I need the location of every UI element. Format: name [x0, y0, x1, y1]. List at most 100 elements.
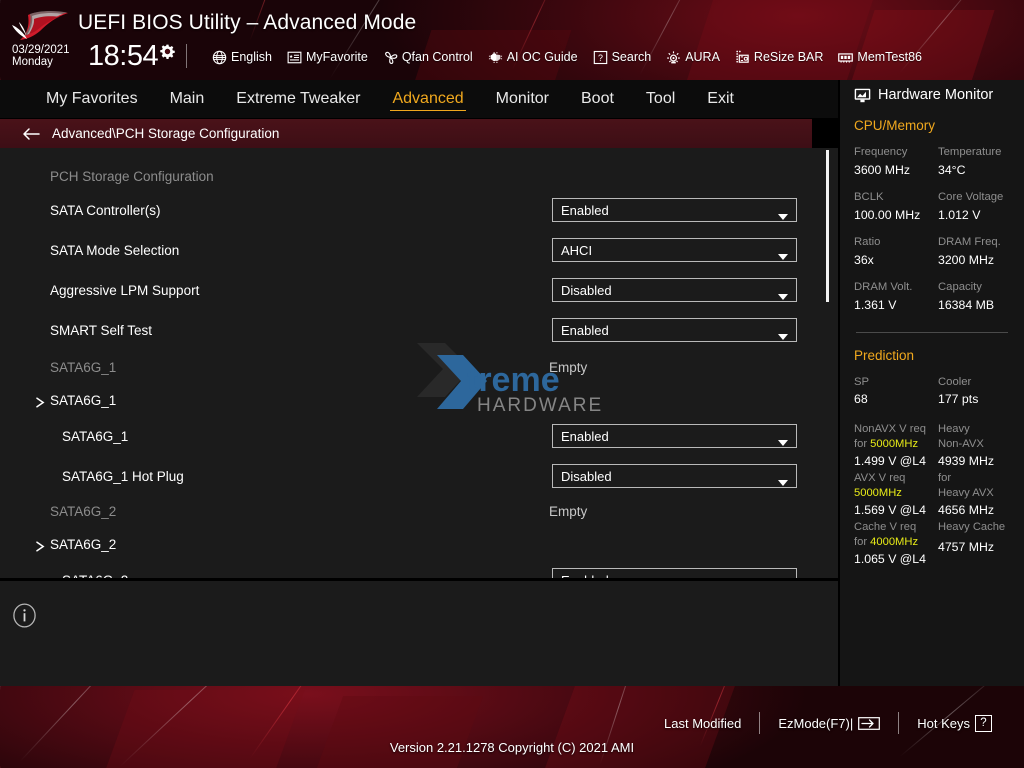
current-time: 18:54 — [88, 41, 158, 71]
toolbar-label: AURA — [685, 50, 720, 64]
hardware-monitor-header: Hardware Monitor — [854, 80, 1010, 103]
readout-key: Ratio — [854, 234, 938, 250]
dropdown-value: Enabled — [561, 429, 778, 444]
readout-key: DRAM Volt. — [854, 279, 938, 295]
readout-key: Core Voltage — [938, 189, 1010, 205]
tab-advanced[interactable]: Advanced — [376, 80, 479, 118]
toolbar-label: Search — [612, 50, 652, 64]
submenu-row-sata6g-1[interactable]: SATA6G_1 — [0, 380, 838, 420]
toolbar-item-aura[interactable]: AURA — [666, 50, 720, 65]
row-label: SATA Controller(s) — [50, 203, 161, 218]
setting-row-sata6g-2-enable[interactable]: SATA6G_2 Enabled — [0, 560, 838, 578]
detail-right-value: 4939 MHz — [938, 452, 1010, 470]
gear-icon[interactable] — [160, 44, 175, 59]
settings-panel: treme HARDWARE PCH Storage Configuration… — [0, 148, 838, 578]
tab-boot[interactable]: Boot — [565, 80, 630, 118]
dropdown-smart-self-test[interactable]: Enabled — [552, 318, 797, 342]
detail-right-value: 4656 MHz — [938, 501, 1010, 519]
toolbar-item-search[interactable]: ? Search — [593, 50, 652, 65]
detail-freq-line: for 4000MHz — [854, 535, 938, 550]
detail-label: Cache V req — [854, 520, 938, 535]
dropdown-sata6g-1-hot-plug[interactable]: Disabled — [552, 464, 797, 488]
detail-for: for — [938, 471, 1010, 486]
readout-value: 100.00 MHz — [854, 206, 938, 225]
app-title: UEFI BIOS Utility – Advanced Mode — [78, 11, 416, 35]
toolbar-item-english[interactable]: English — [212, 50, 272, 65]
version-text: Version 2.21.1278 Copyright (C) 2021 AMI — [0, 740, 1024, 755]
dropdown-sata6g-1-enable[interactable]: Enabled — [552, 424, 797, 448]
breadcrumb[interactable]: Advanced\PCH Storage Configuration — [0, 119, 812, 148]
detail-right-label: Heavy AVX — [938, 486, 1010, 501]
tab-my-favorites[interactable]: My Favorites — [30, 80, 154, 118]
sidebar-section-cpu-memory: CPU/Memory — [854, 118, 1010, 133]
detail-highlight: 5000MHz — [870, 438, 918, 450]
info-circle-icon[interactable] — [12, 603, 37, 628]
last-modified-button[interactable]: Last Modified — [646, 716, 759, 731]
row-label: SATA6G_2 — [50, 537, 116, 552]
setting-row-aggressive-lpm-support[interactable]: Aggressive LPM Support Disabled — [0, 270, 838, 310]
tab-main[interactable]: Main — [154, 80, 221, 118]
readout-value: 1.012 V — [938, 206, 1010, 225]
prediction-detail-cache: Cache V req for 4000MHz 1.065 V @L4 — [854, 520, 938, 568]
detail-value: 1.499 V @L4 — [854, 452, 938, 470]
dropdown-aggressive-lpm-support[interactable]: Disabled — [552, 278, 797, 302]
setting-row-sata-controllers[interactable]: SATA Controller(s) Enabled — [0, 190, 838, 230]
row-label: SATA6G_1 Hot Plug — [62, 469, 184, 484]
readout-value: 68 — [854, 390, 938, 409]
toolbar-item-qfan-control[interactable]: Qfan Control — [383, 50, 473, 65]
dropdown-sata-controllers[interactable]: Enabled — [552, 198, 797, 222]
detail-value: 1.065 V @L4 — [854, 550, 938, 568]
dropdown-value: Disabled — [561, 283, 778, 298]
top-header: UEFI BIOS Utility – Advanced Mode 03/29/… — [0, 0, 1024, 80]
chevron-down-icon — [778, 473, 788, 479]
readout-value: 16384 MB — [938, 296, 1010, 315]
submenu-row-sata6g-2[interactable]: SATA6G_2 — [0, 524, 838, 564]
detail-right-label: Non-AVX — [938, 437, 1010, 452]
row-label: SATA6G_2 — [50, 504, 116, 519]
bios-screen: UEFI BIOS Utility – Advanced Mode 03/29/… — [0, 0, 1024, 768]
dropdown-sata6g-2-enable[interactable]: Enabled — [552, 568, 797, 578]
setting-row-sata-mode-selection[interactable]: SATA Mode Selection AHCI — [0, 230, 838, 270]
readout-value: 3600 MHz — [854, 161, 938, 180]
toolbar-label: AI OC Guide — [507, 50, 578, 64]
setting-row-smart-self-test[interactable]: SMART Self Test Enabled — [0, 310, 838, 350]
footer-actions: Last Modified EzMode(F7)| Hot Keys ? — [646, 712, 1010, 734]
current-day: Monday — [12, 56, 70, 69]
resize-bar-icon — [735, 50, 750, 65]
readout-value: 1.361 V — [854, 296, 938, 315]
chevron-down-icon — [778, 433, 788, 439]
detail-highlight: 5000MHz — [854, 487, 902, 499]
tab-extreme-tweaker[interactable]: Extreme Tweaker — [220, 80, 376, 118]
hot-keys-button[interactable]: Hot Keys ? — [899, 715, 1010, 732]
setting-row-sata6g-1-enable[interactable]: SATA6G_1 Enabled — [0, 416, 838, 456]
vertical-scrollbar[interactable] — [826, 150, 829, 302]
readout-key: Frequency — [854, 144, 938, 160]
detail-highlight: 4000MHz — [870, 536, 918, 548]
hardware-monitor-icon — [854, 88, 871, 103]
tab-exit[interactable]: Exit — [691, 80, 750, 118]
setting-row-sata6g-1-hot-plug[interactable]: SATA6G_1 Hot Plug Disabled — [0, 456, 838, 496]
toolbar-item-myfavorite[interactable]: MyFavorite — [287, 50, 368, 65]
back-arrow-icon[interactable] — [22, 127, 40, 141]
toolbar-item-resize-bar[interactable]: ReSize BAR — [735, 50, 823, 65]
readout-key: Cooler — [938, 374, 1010, 390]
readout-key: SP — [854, 374, 938, 390]
readout-key: BCLK — [854, 189, 938, 205]
row-label: SATA6G_1 — [50, 360, 116, 375]
last-modified-label: Last Modified — [664, 716, 741, 731]
hot-keys-label: Hot Keys — [917, 716, 970, 731]
readout-value: 34°C — [938, 161, 1010, 180]
hardware-monitor-panel: Hardware Monitor CPU/Memory Frequency Te… — [838, 80, 1024, 686]
tab-tool[interactable]: Tool — [630, 80, 691, 118]
detail-value: 1.569 V @L4 — [854, 501, 938, 519]
ez-mode-button[interactable]: EzMode(F7)| — [760, 716, 898, 731]
detail-for: for — [854, 438, 870, 450]
lightbulb-icon — [666, 50, 681, 65]
prediction-detail-nonavx: NonAVX V req for 5000MHz 1.499 V @L4 — [854, 422, 938, 470]
ez-mode-arrow-icon — [858, 717, 880, 730]
readout-value: 36x — [854, 251, 938, 270]
tab-monitor[interactable]: Monitor — [480, 80, 565, 118]
toolbar-item-ai-oc-guide[interactable]: AI OC Guide — [488, 50, 578, 65]
toolbar-item-memtest86[interactable]: MemTest86 — [838, 50, 922, 65]
dropdown-sata-mode-selection[interactable]: AHCI — [552, 238, 797, 262]
